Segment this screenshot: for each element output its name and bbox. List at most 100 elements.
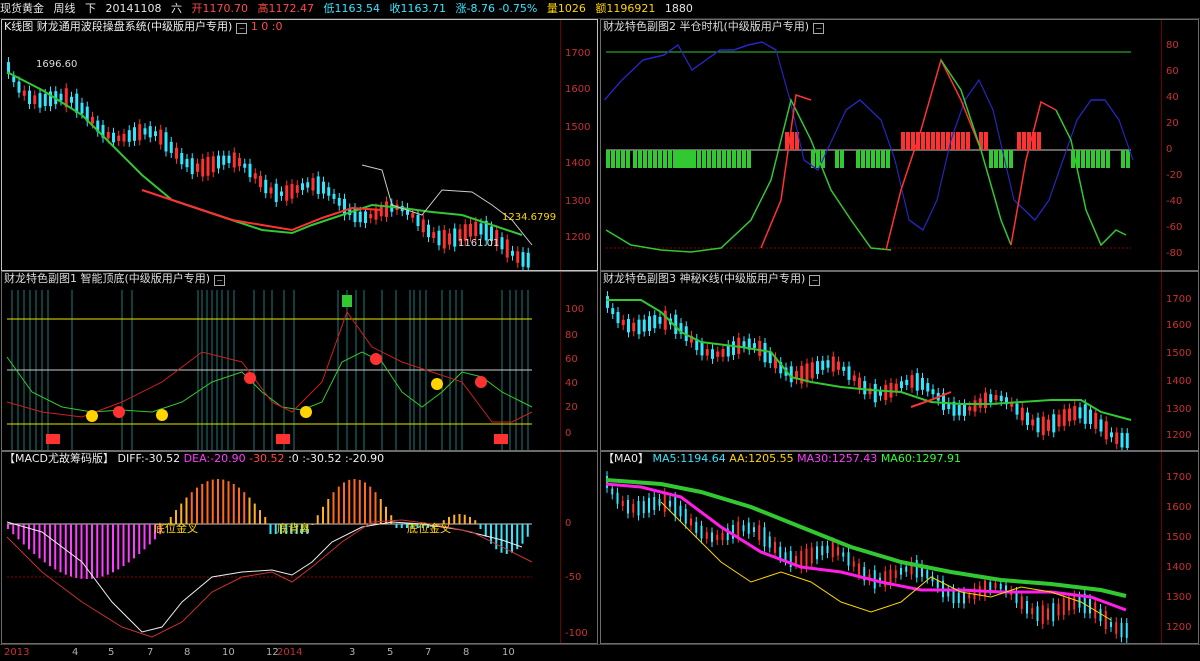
- candle-body: [59, 93, 63, 101]
- tick-20: 20: [565, 402, 578, 413]
- candle-body: [112, 132, 115, 143]
- candle-body: [43, 93, 47, 106]
- macd-bar: [463, 514, 466, 524]
- macd-bar: [106, 524, 109, 575]
- macd-bar: [348, 479, 351, 524]
- sub2-bar: [1106, 150, 1110, 168]
- sub2-bar: [747, 150, 751, 168]
- candle-body: [816, 546, 818, 560]
- candle-body: [758, 340, 762, 356]
- candle-body: [763, 527, 766, 547]
- sub2-chart: [604, 41, 1134, 253]
- candle-body: [1052, 414, 1056, 433]
- candle-body: [711, 532, 713, 543]
- bottom-marker-red-2: [276, 434, 290, 444]
- symbol-name[interactable]: 现货黄金: [0, 2, 44, 15]
- weekday-label: 六: [171, 2, 182, 15]
- ma-scale: 1700 1600 1500 1400 1300 1200: [1161, 452, 1198, 643]
- sub2-panel[interactable]: 财龙特色副图2 半仓时机(中级版用户专用) − 80 60 40 20 0 -20…: [600, 19, 1199, 271]
- sub2-bar: [633, 150, 637, 168]
- candle-body: [316, 176, 320, 194]
- period-label[interactable]: 周线: [54, 2, 76, 15]
- macd-bar: [70, 524, 72, 577]
- tick-1200: 1200: [1166, 430, 1192, 441]
- sub2-bar: [737, 150, 741, 168]
- label-golden-cross-1: 底位金叉: [154, 521, 198, 535]
- sub3-panel[interactable]: 财龙特色副图3 神秘K线(中级版用户专用) − 1700 1600 1500 14…: [600, 271, 1199, 451]
- sub2-bar: [994, 150, 998, 168]
- candle-body: [222, 155, 226, 165]
- candle-body: [28, 90, 31, 105]
- tick-80: 80: [1166, 40, 1179, 51]
- sub2-bar: [871, 150, 875, 168]
- tick-0: 0: [1166, 144, 1173, 155]
- macd-bar: [7, 524, 9, 529]
- ma-chart: [605, 471, 1128, 643]
- candle-body: [322, 181, 325, 194]
- kline-panel[interactable]: K线图 财龙通用波段操盘系统(中级版用户专用) − 1 0 :0 1696.60 …: [1, 19, 598, 271]
- candle-body: [1104, 421, 1108, 440]
- candle-body: [448, 233, 451, 245]
- tick-m80: -80: [1166, 248, 1183, 259]
- sub2-bar: [1096, 150, 1100, 168]
- face-icon: [370, 353, 382, 365]
- candle-body: [627, 499, 629, 514]
- sub2-bar: [1009, 150, 1013, 168]
- candle-body: [269, 187, 273, 194]
- candle-body: [511, 250, 514, 256]
- candle-body: [1031, 419, 1035, 426]
- candle-body: [726, 344, 730, 357]
- sub2-bar: [1121, 150, 1125, 168]
- sub1-scale: 100 80 60 40 20 0: [560, 272, 597, 450]
- candle-body: [674, 497, 677, 517]
- axis-label: 10: [502, 647, 515, 658]
- axis-label: 3: [349, 647, 356, 658]
- sub2-bar: [956, 132, 960, 150]
- candle-body: [842, 366, 846, 371]
- macd-bar: [180, 503, 183, 524]
- sub2-green-line: [605, 97, 892, 253]
- candle-body: [169, 141, 173, 153]
- sub2-bar: [742, 150, 746, 168]
- sub1-panel[interactable]: 财龙特色副图1 智能顶底(中级版用户专用) − 100 80 60 40 20 0: [1, 271, 598, 451]
- sub2-bar: [1101, 150, 1105, 168]
- macd-bar: [484, 524, 487, 537]
- sub2-bar: [643, 150, 647, 168]
- candle-body: [364, 211, 367, 224]
- candle-body: [1047, 608, 1049, 620]
- candle-body: [637, 319, 641, 335]
- sub2-bar: [697, 150, 701, 168]
- candle-body: [669, 500, 671, 507]
- mode-label: 下: [85, 2, 96, 15]
- candle-body: [1068, 597, 1070, 611]
- sub2-bar: [876, 150, 880, 168]
- candle-body: [753, 343, 756, 348]
- macd-panel[interactable]: 【MACD尤故筹码版】 DIFF:-30.52 DEA:-20.90 -30.5…: [1, 451, 598, 644]
- label-ma: 1234.6799: [502, 212, 556, 223]
- high-price: 高1172.47: [257, 2, 315, 15]
- candle-body: [784, 552, 787, 561]
- tick-1700: 1700: [1166, 472, 1192, 483]
- sub2-blue-line: [604, 41, 1134, 231]
- candle-body: [837, 547, 839, 556]
- sub2-bar: [616, 150, 620, 168]
- sub2-bar: [1086, 150, 1090, 168]
- candle-body: [1083, 404, 1087, 424]
- candle-body: [1099, 609, 1102, 622]
- macd-bar: [211, 479, 214, 524]
- axis-label: 2013: [4, 647, 30, 658]
- candle-body: [847, 366, 851, 380]
- candle-body: [658, 316, 662, 324]
- candle-body: [721, 348, 725, 357]
- candle-body: [989, 394, 993, 403]
- candle-body: [411, 213, 415, 218]
- sub2-bar: [732, 150, 736, 168]
- tick-m60: -60: [1166, 222, 1183, 233]
- candle-body: [616, 312, 620, 324]
- candle-body: [12, 76, 16, 83]
- candle-body: [889, 569, 892, 585]
- ma-panel[interactable]: 【MA0】 MA5:1194.64 AA:1205.55 MA30:1257.4…: [600, 451, 1199, 644]
- candle-body: [1120, 622, 1123, 638]
- sub2-bar: [856, 150, 860, 168]
- macd-bar: [269, 524, 272, 534]
